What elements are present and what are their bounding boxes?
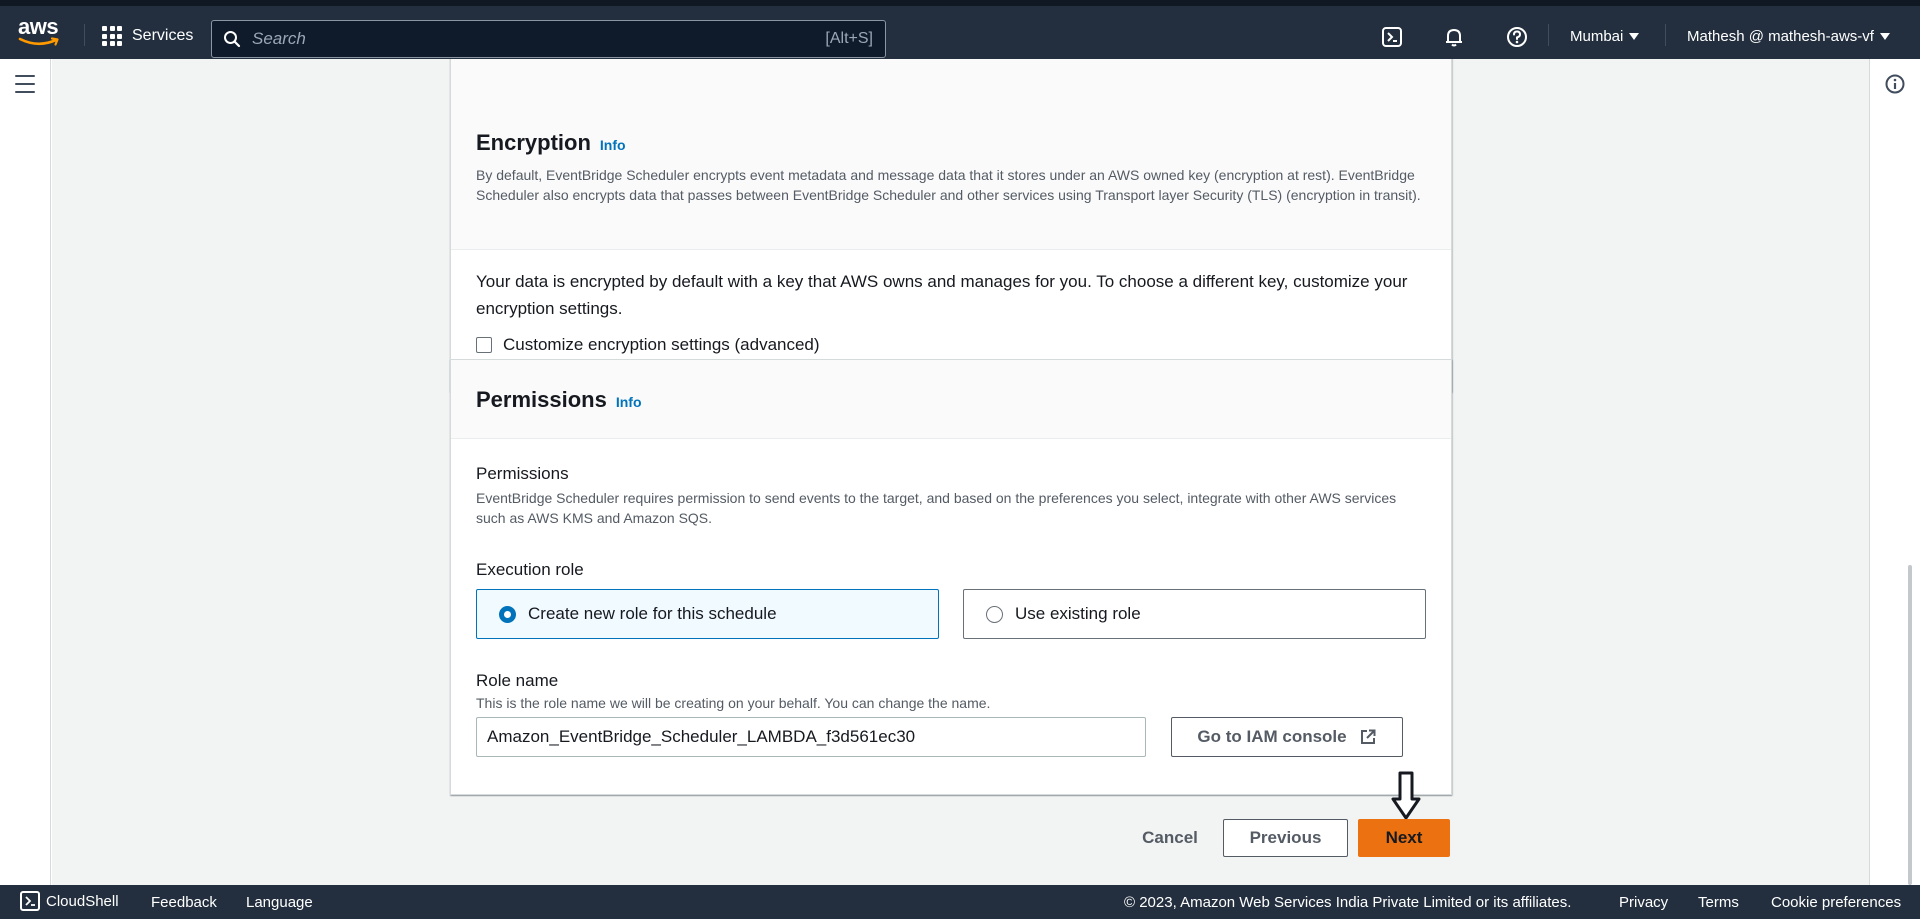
create-new-role-radio[interactable] [499,605,516,623]
services-menu[interactable]: Services [102,24,193,48]
customize-encryption-checkbox[interactable] [476,337,492,353]
role-name-input[interactable] [476,717,1146,757]
nav-divider [84,24,85,46]
aws-logo[interactable]: aws [18,16,64,50]
role-name-label: Role name [476,671,559,690]
permissions-title: Permissions [476,387,607,412]
search-input[interactable] [252,29,826,49]
customize-encryption-option[interactable]: Customize encryption settings (advanced) [476,335,820,355]
main-content: Encryption Info By default, EventBridge … [52,59,1869,885]
search-icon [212,30,252,48]
top-navigation: aws Services [Alt+S] Mumbai Mathesh @ ma… [0,0,1920,59]
search-shortcut: [Alt+S] [825,30,873,47]
cloudshell-link[interactable]: CloudShell [20,891,119,911]
permissions-info-link[interactable]: Info [616,394,642,410]
grid-icon [102,26,122,46]
language-link[interactable]: Language [246,894,313,911]
right-rail [1869,59,1920,885]
terms-link[interactable]: Terms [1698,894,1739,911]
next-button[interactable]: Next [1358,819,1450,857]
region-label: Mumbai [1570,28,1624,45]
encryption-body: Your data is encrypted by default with a… [476,272,1408,318]
cookie-preferences-link[interactable]: Cookie preferences [1771,894,1901,911]
info-icon[interactable] [1884,73,1906,95]
execution-role-label: Execution role [476,560,584,579]
encryption-description: By default, EventBridge Scheduler encryp… [476,167,1421,203]
next-button-label: Next [1385,828,1423,847]
cancel-button[interactable]: Cancel [1120,819,1220,857]
use-existing-role-radio[interactable] [986,605,1003,623]
role-name-description: This is the role name we will be creatin… [476,695,991,711]
previous-button[interactable]: Previous [1223,819,1348,857]
customize-encryption-label: Customize encryption settings (advanced) [503,335,820,354]
search-bar[interactable]: [Alt+S] [211,20,886,58]
create-new-role-option[interactable]: Create new role for this schedule [476,589,939,639]
encryption-title: Encryption [476,130,591,155]
services-label: Services [132,27,194,44]
region-selector[interactable]: Mumbai [1570,28,1640,45]
bell-icon[interactable] [1442,25,1466,49]
create-new-role-label: Create new role for this schedule [528,604,777,623]
feedback-link[interactable]: Feedback [151,894,217,911]
menu-icon[interactable] [15,75,35,93]
cloudshell-icon[interactable] [1380,25,1404,49]
scrollbar-thumb[interactable] [1908,565,1912,885]
footer: CloudShell Feedback Language © 2023, Ama… [0,885,1920,919]
caret-down-icon [1879,33,1890,40]
help-icon[interactable] [1505,25,1529,49]
permissions-panel: Permissions Info Permissions EventBridge… [450,359,1452,795]
go-to-iam-console-button[interactable]: Go to IAM console [1171,717,1403,757]
cloudshell-label: CloudShell [46,892,119,910]
nav-divider [1548,24,1549,46]
encryption-panel: Encryption Info By default, EventBridge … [450,59,1452,392]
encryption-info-link[interactable]: Info [600,137,626,153]
arrow-down-icon [1391,771,1421,820]
cloudshell-icon [20,891,40,911]
account-label: Mathesh @ mathesh-aws-vf [1687,28,1874,45]
permissions-header: Permissions Info [451,360,1451,439]
use-existing-role-option[interactable]: Use existing role [963,589,1426,639]
iam-button-label: Go to IAM console [1197,727,1347,746]
permissions-section-description: EventBridge Scheduler requires permissio… [476,490,1397,526]
left-rail [0,59,51,885]
external-link-icon [1360,729,1376,744]
caret-down-icon [1629,33,1640,40]
copyright-text: © 2023, Amazon Web Services India Privat… [1124,894,1572,911]
use-existing-role-label: Use existing role [1015,604,1141,623]
aws-logo-text: aws [18,14,59,39]
account-menu[interactable]: Mathesh @ mathesh-aws-vf [1687,28,1890,45]
privacy-link[interactable]: Privacy [1619,894,1668,911]
nav-divider [1665,24,1666,46]
encryption-header: Encryption Info By default, EventBridge … [451,59,1451,250]
permissions-section-label: Permissions [476,464,569,483]
